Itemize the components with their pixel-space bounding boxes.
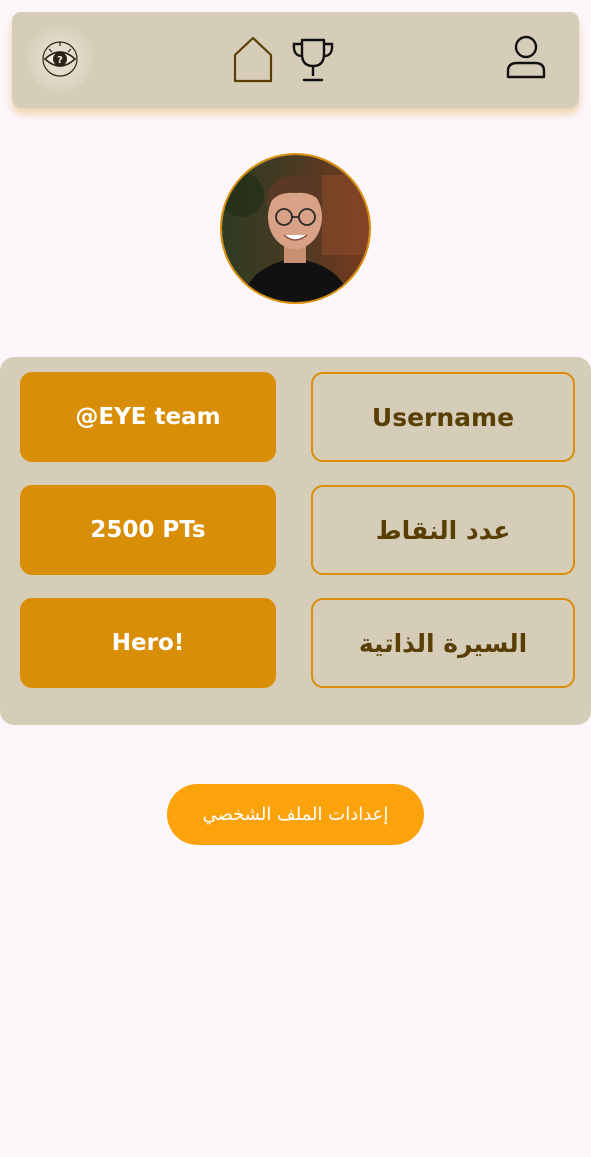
points-label: عدد النقاط: [311, 485, 575, 575]
username-label: Username: [311, 372, 575, 462]
avatar: [220, 153, 371, 304]
bio-value: Hero!: [20, 598, 276, 688]
points-value: 2500 PTs: [20, 485, 276, 575]
user-icon[interactable]: [504, 34, 548, 80]
home-icon[interactable]: [232, 34, 274, 84]
top-nav-bar: ?: [12, 12, 579, 108]
username-value: @EYE team: [20, 372, 276, 462]
trophy-icon[interactable]: [288, 35, 338, 85]
eye-logo-icon[interactable]: ?: [27, 26, 93, 92]
bio-label: السيرة الذاتية: [311, 598, 575, 688]
profile-screen: ? @EYE team Username 2500 PTs عدد النقاط…: [0, 0, 591, 1157]
svg-text:?: ?: [57, 55, 63, 66]
profile-info-panel: @EYE team Username 2500 PTs عدد النقاط H…: [0, 357, 591, 725]
profile-settings-button[interactable]: إعدادات الملف الشخصي: [167, 784, 424, 845]
